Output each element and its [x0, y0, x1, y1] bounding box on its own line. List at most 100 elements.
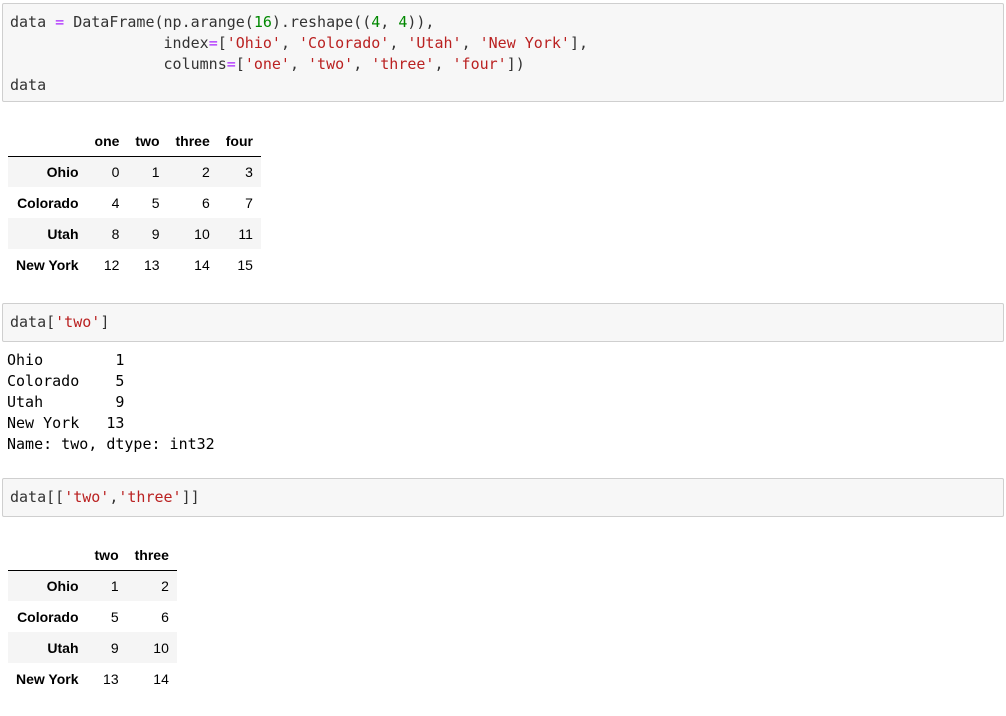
table-cell: 2 [201, 163, 210, 180]
dataframe-output-1: one two three four Ohio 0 1 2 3 Colorado 4 5 6 7 Utah 8… [8, 126, 261, 280]
code-token: 'Colorado' [299, 34, 390, 52]
code-token: 'four' [452, 55, 507, 73]
row-index-label: Ohio [46, 577, 79, 594]
code-token: 'two' [64, 488, 110, 506]
output-line: Colorado 5 [7, 372, 125, 390]
code-token: , [280, 34, 299, 52]
table-row: Utah 8 9 10 11 [8, 218, 261, 249]
table-cell: 3 [245, 163, 253, 180]
code-token: 4 [371, 13, 381, 31]
code-token: [ [235, 55, 245, 73]
table-cell: 2 [161, 577, 169, 594]
code-token: , [289, 55, 309, 73]
dataframe-output-3: two three Ohio 1 2 Colorado 5 6 Utah 9 10 New York 1… [8, 540, 177, 694]
code-token: [ [217, 34, 227, 52]
table-cell: 6 [161, 608, 169, 625]
table-cell: 10 [153, 639, 169, 656]
row-index-label: Ohio [46, 163, 79, 180]
table-cell: 14 [194, 256, 210, 273]
table-row: Utah 9 10 [8, 632, 177, 663]
table-cell: 11 [238, 225, 253, 242]
code-token: 'two' [55, 313, 101, 331]
table-cell: 5 [110, 608, 119, 625]
row-index-label: Utah [47, 639, 79, 656]
code-token: index [10, 34, 209, 52]
code-token: 'Ohio' [226, 34, 281, 52]
code-cell-1[interactable]: data = DataFrame(np.arange(16).reshape((… [2, 3, 1004, 102]
code-token: data [10, 13, 56, 31]
code-token: 'Utah' [407, 34, 462, 52]
row-index-label: New York [16, 670, 79, 687]
code-token: ] [100, 313, 110, 331]
code-line: data[['two','three']] [10, 487, 200, 508]
code-token: 'New York' [479, 34, 570, 52]
row-index-label: Colorado [17, 608, 79, 625]
table-row: Ohio 1 2 [8, 570, 177, 601]
code-token: , [389, 34, 408, 52]
code-token: = [55, 13, 65, 31]
code-token: 'three' [118, 488, 182, 506]
code-token: = [226, 55, 236, 73]
code-token: ]] [181, 488, 200, 506]
code-cell-3[interactable]: data[['two','three']] [2, 478, 1004, 517]
output-line: Name: two, dtype: int32 [7, 435, 215, 453]
code-token: data[ [10, 313, 56, 331]
code-token: , [353, 55, 372, 73]
table-cell: 15 [237, 256, 253, 273]
output-line: Ohio 1 [7, 351, 125, 369]
table-cell: 9 [151, 225, 160, 242]
index-header [8, 126, 87, 157]
table-cell: 1 [151, 163, 160, 180]
output-line: Utah 9 [7, 393, 125, 411]
code-token: )), [407, 13, 435, 31]
code-token: DataFrame(np.arange( [64, 13, 254, 31]
code-token: ).reshape(( [271, 13, 372, 31]
table-header-row: two three [8, 540, 177, 571]
column-header: two [86, 540, 127, 571]
table-row: New York 13 14 [8, 663, 177, 694]
table-row: Ohio 0 1 2 3 [8, 156, 261, 187]
code-token: columns [10, 55, 227, 73]
code-token: , [434, 55, 453, 73]
column-header: two [127, 126, 168, 157]
table-cell: 9 [110, 639, 119, 656]
table-cell: 13 [143, 256, 160, 273]
code-token: ]) [506, 55, 525, 73]
table-cell: 7 [245, 194, 253, 211]
table-cell: 4 [111, 194, 120, 211]
table-cell: 10 [194, 225, 210, 242]
code-token: data[[ [10, 488, 65, 506]
code-line: data = DataFrame(np.arange(16).reshape((… [10, 12, 434, 33]
code-cell-2[interactable]: data['two'] [2, 303, 1004, 342]
code-line: columns=['one', 'two', 'three', 'four']) [10, 54, 525, 75]
table-row: New York 12 13 14 15 [8, 249, 261, 280]
output-line: New York 13 [7, 414, 125, 432]
code-token: data [10, 76, 47, 94]
table-header-row: one two three four [8, 126, 261, 157]
code-token: 'one' [244, 55, 290, 73]
table-cell: 14 [153, 670, 169, 687]
table-cell: 0 [111, 163, 120, 180]
table-cell: 5 [151, 194, 160, 211]
table-cell: 12 [103, 256, 120, 273]
code-token: , [461, 34, 480, 52]
code-line: index=['Ohio', 'Colorado', 'Utah', 'New … [10, 33, 588, 54]
column-header: three [126, 540, 177, 571]
index-header [8, 540, 87, 571]
table-row: Colorado 5 6 [8, 601, 177, 632]
table-cell: 1 [110, 577, 119, 594]
code-token: 'two' [308, 55, 354, 73]
table-cell: 13 [103, 670, 119, 687]
code-token: , [380, 13, 399, 31]
column-header: three [167, 126, 218, 157]
row-index-label: Utah [47, 225, 79, 242]
code-token: 16 [253, 13, 272, 31]
column-header: one [86, 126, 128, 157]
row-index-label: New York [16, 256, 79, 273]
row-index-label: Colorado [17, 194, 79, 211]
code-line: data [10, 75, 46, 96]
table-cell: 8 [111, 225, 120, 242]
column-header: four [217, 126, 261, 157]
code-token: 'three' [371, 55, 435, 73]
table-cell: 6 [201, 194, 210, 211]
